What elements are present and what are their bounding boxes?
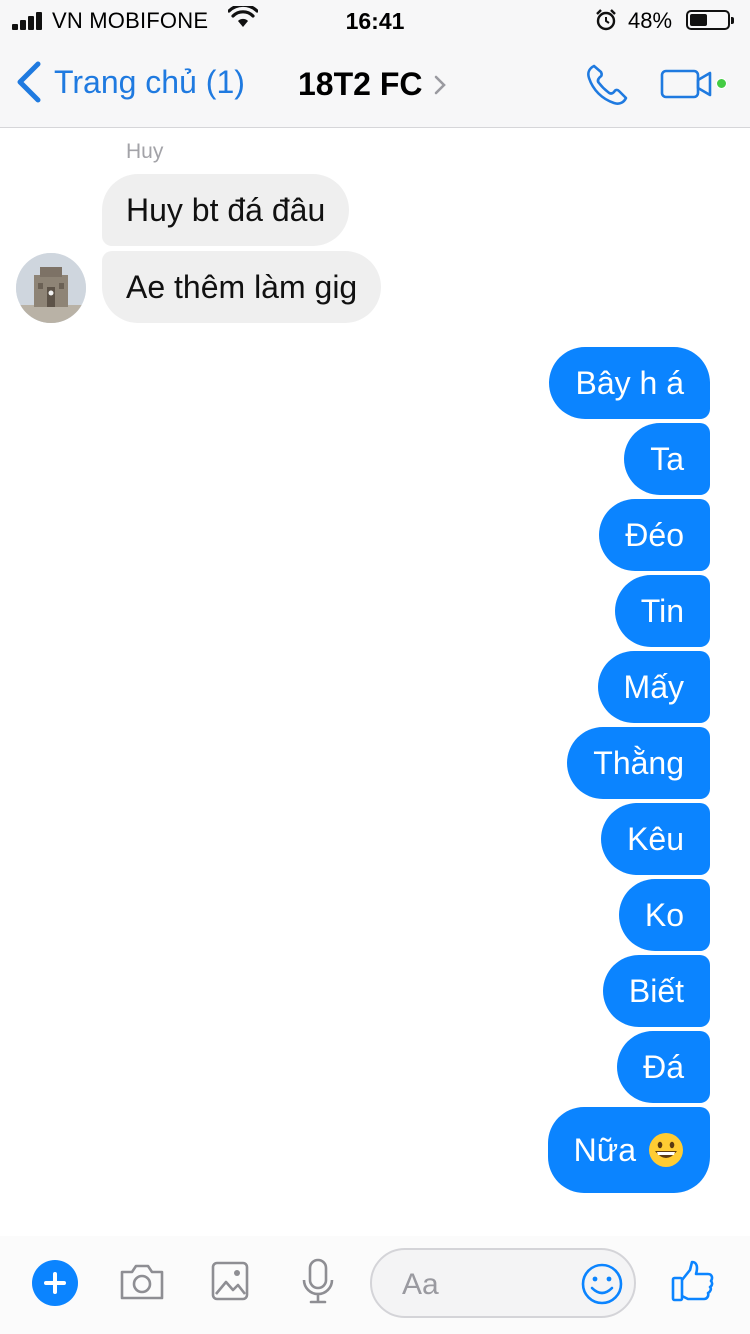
outgoing-message[interactable]: Ta (624, 423, 710, 495)
message-text: Đá (643, 1048, 684, 1085)
gallery-icon[interactable] (210, 1260, 250, 1302)
incoming-message[interactable]: Huy bt đá đâu (102, 174, 350, 246)
message-text: Ko (644, 896, 684, 933)
chevron-right-icon (435, 75, 447, 94)
outgoing-message[interactable]: Đéo (599, 499, 710, 571)
back-label: Trang chủ (1) (54, 63, 245, 100)
avatar[interactable] (16, 253, 86, 323)
conversation-title[interactable]: 18T2 FC (298, 66, 447, 103)
message-text: Mấy (623, 668, 684, 705)
message-composer: Aa (0, 1236, 750, 1334)
message-text: Nữa (573, 1131, 636, 1168)
outgoing-message[interactable]: Ko (618, 879, 710, 951)
message-text: Kêu (627, 820, 684, 857)
grinning-emoji-icon (649, 1133, 683, 1167)
message-text: Biết (628, 972, 684, 1009)
battery-percent: 48% (628, 8, 673, 33)
outgoing-message[interactable]: Bây h á (549, 347, 710, 419)
outgoing-message[interactable]: Mấy (597, 651, 710, 723)
battery-icon (686, 10, 734, 30)
outgoing-message[interactable]: Nữa (547, 1107, 710, 1193)
camera-icon[interactable] (118, 1262, 166, 1302)
microphone-icon[interactable] (300, 1258, 336, 1306)
outgoing-message[interactable]: Tin (614, 575, 710, 647)
battery-fill (690, 14, 707, 26)
top-bar: VN MOBIFONE 16:41 48% Trang chủ (1) 18T2… (0, 0, 750, 128)
smiley-icon[interactable] (580, 1262, 624, 1306)
message-text: Thằng (593, 744, 684, 781)
outgoing-message[interactable]: Kêu (601, 803, 710, 875)
outgoing-message[interactable]: Thằng (567, 727, 710, 799)
conversation-title-text: 18T2 FC (298, 66, 423, 102)
message-text: Đéo (625, 516, 684, 553)
conversation-header: Trang chủ (1) 18T2 FC (0, 48, 750, 120)
message-text: Huy bt đá đâu (126, 191, 326, 228)
message-text: Ae thêm làm gig (126, 268, 358, 305)
message-text: Bây h á (575, 364, 684, 401)
message-text: Tin (640, 592, 684, 629)
phone-icon[interactable] (584, 62, 630, 108)
sender-name: Huy (126, 140, 164, 163)
outgoing-message[interactable]: Đá (617, 1031, 710, 1103)
online-indicator (716, 78, 727, 89)
video-camera-icon[interactable] (660, 68, 716, 100)
thumbs-up-icon[interactable] (670, 1258, 716, 1304)
incoming-message[interactable]: Ae thêm làm gig (102, 251, 382, 323)
message-text: Ta (650, 440, 684, 477)
alarm-icon (594, 8, 618, 38)
back-chevron-icon (17, 61, 41, 103)
outgoing-message[interactable]: Biết (602, 955, 710, 1027)
status-bar: VN MOBIFONE 16:41 48% (0, 0, 750, 40)
message-input[interactable]: Aa (370, 1248, 636, 1318)
message-input-placeholder: Aa (402, 1268, 439, 1301)
back-button[interactable]: Trang chủ (1) (14, 60, 245, 104)
plus-icon[interactable] (32, 1260, 78, 1306)
